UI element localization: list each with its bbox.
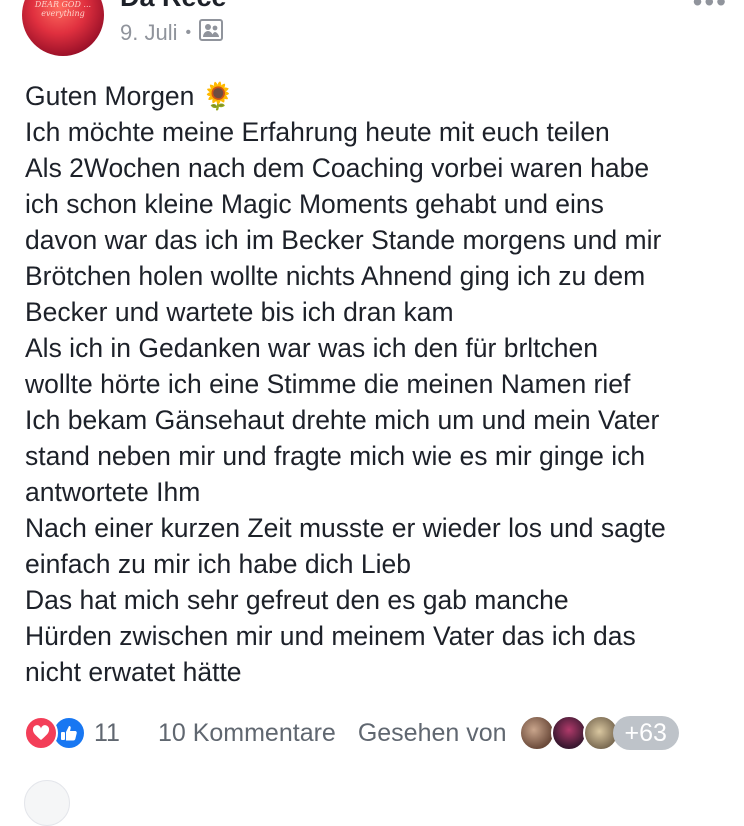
post-line: einfach zu mir ich habe dich Lieb — [25, 549, 411, 579]
author-name[interactable]: Da Rece — [120, 0, 227, 13]
post-line: Ich möchte meine Erfahrung heute mit euc… — [25, 117, 610, 147]
post-line: Guten Morgen 🌻 — [25, 81, 235, 111]
viewer-avatar — [518, 715, 555, 751]
post-line: antwortete Ihm — [25, 477, 201, 507]
avatar-text: DEAR GOD ... everything — [34, 0, 92, 18]
reactions-summary[interactable]: 11 — [24, 716, 120, 750]
love-reaction-icon — [24, 716, 58, 750]
post-line: wollte hörte ich eine Stimme die meinen … — [25, 369, 631, 399]
post-line: Brötchen holen wollte nichts Ahnend ging… — [25, 261, 646, 291]
post-date[interactable]: 9. Juli — [120, 20, 177, 46]
separator-dot: • — [185, 24, 192, 41]
seen-by-label[interactable]: Gesehen von — [358, 719, 507, 748]
viewer-avatar — [550, 715, 587, 751]
post-line: Hürden zwischen mir und meinem Vater das… — [25, 621, 636, 651]
post-line: nicht erwatet hätte — [25, 657, 242, 687]
post-footer: 11 10 Kommentare Gesehen von +63 — [24, 714, 730, 752]
post-line: Ich bekam Gänsehaut drehte mich um und m… — [25, 405, 660, 435]
group-audience-icon — [199, 19, 224, 47]
post-meta: 9. Juli • — [120, 18, 224, 48]
post-line: Nach einer kurzen Zeit musste er wieder … — [25, 513, 666, 543]
post-line: Als 2Wochen nach dem Coaching vorbei war… — [25, 153, 650, 183]
post-line: Das hat mich sehr gefreut den es gab man… — [25, 585, 569, 615]
reaction-count: 11 — [94, 718, 120, 747]
more-options-icon[interactable]: ••• — [693, 0, 728, 18]
post-line: Becker und wartete bis ich dran kam — [25, 297, 454, 327]
viewer-avatars[interactable]: +63 — [518, 715, 679, 751]
post-line: Als ich in Gedanken war was ich den für … — [25, 333, 598, 363]
more-viewers-badge: +63 — [612, 716, 679, 750]
post-line: davon war das ich im Becker Stande morge… — [25, 225, 662, 255]
post-text: Guten Morgen 🌻 Ich möchte meine Erfahrun… — [25, 78, 737, 690]
post-line: stand neben mir und fragte mich wie es m… — [25, 441, 646, 471]
comment-avatar — [24, 780, 70, 826]
comments-link[interactable]: 10 Kommentare — [158, 719, 336, 748]
author-avatar[interactable]: DEAR GOD ... everything — [22, 0, 104, 56]
post-line: ich schon kleine Magic Moments gehabt un… — [25, 189, 604, 219]
